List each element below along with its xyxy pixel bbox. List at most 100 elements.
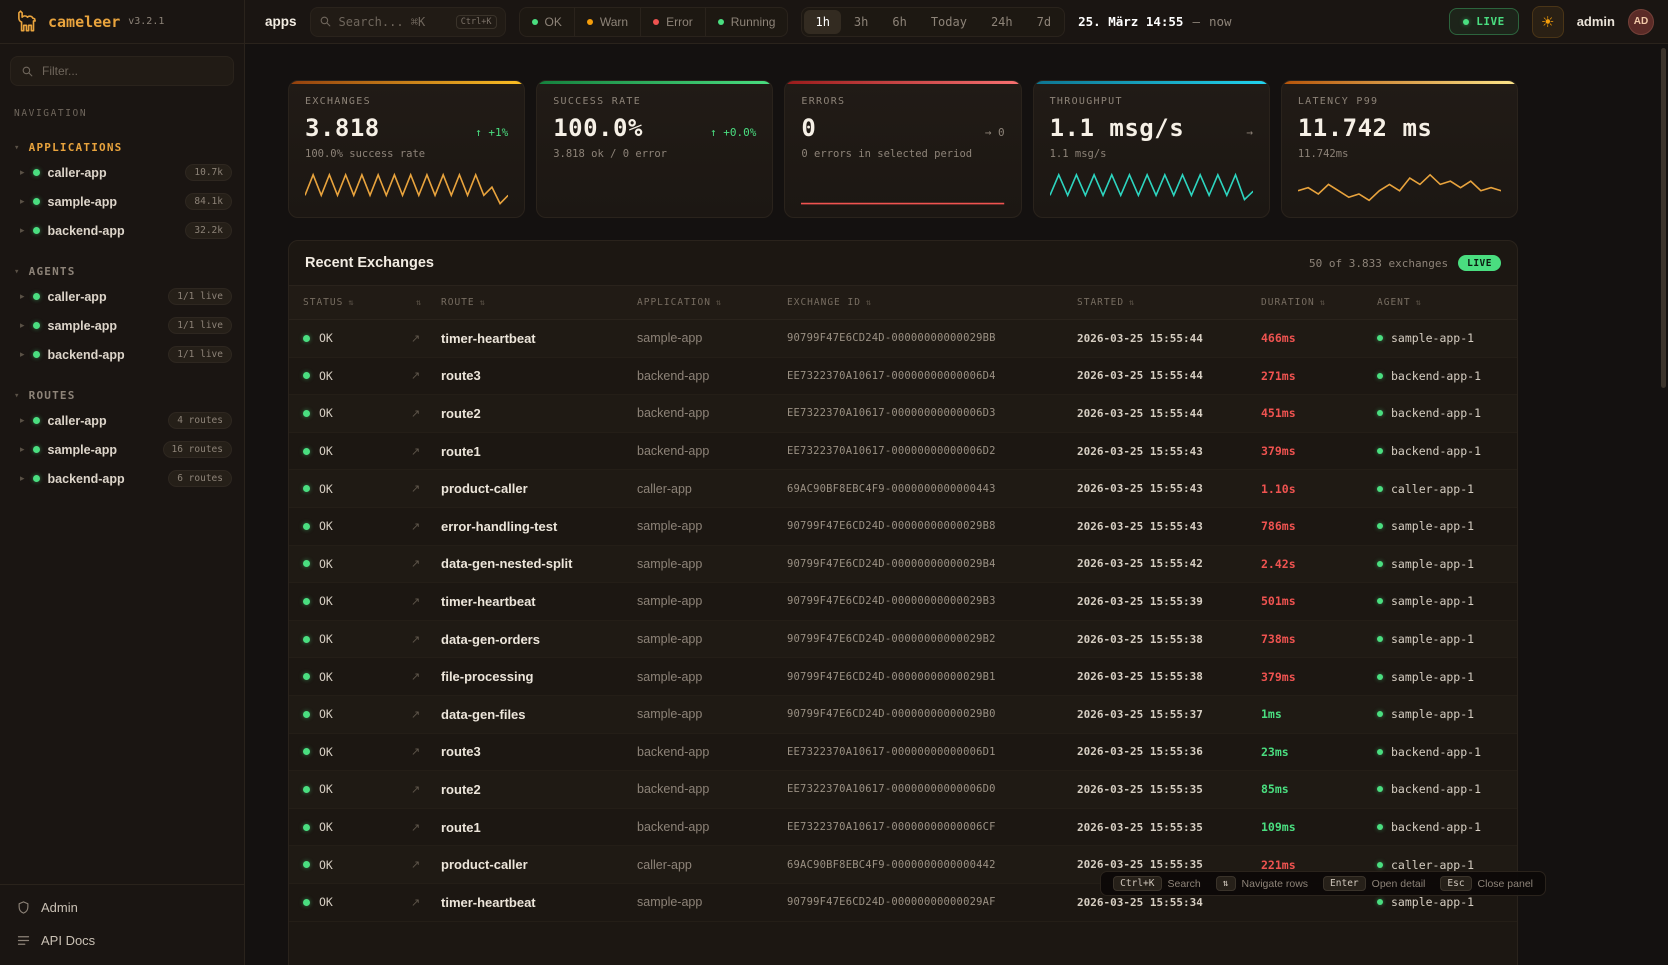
table-row[interactable]: OK ↗ route1 backend-app EE7322370A10617-…	[289, 433, 1517, 471]
table-row[interactable]: OK ↗ file-processing sample-app 90799F47…	[289, 658, 1517, 696]
sidebar-item[interactable]: ▸ caller-app 1/1 live	[0, 282, 244, 311]
open-detail-link-icon[interactable]: ↗	[411, 369, 441, 382]
stat-card: ERRORS 0 → 0 0 errors in selected period	[784, 80, 1021, 218]
sidebar-item[interactable]: ▸ backend-app 6 routes	[0, 464, 244, 493]
shield-icon	[16, 900, 31, 915]
column-header[interactable]: AGENT ⇅	[1377, 297, 1517, 308]
open-detail-link-icon[interactable]: ↗	[411, 745, 441, 758]
column-header[interactable]: STARTED ⇅	[1077, 297, 1261, 308]
stat-subtext: 1.1 msg/s	[1050, 148, 1253, 160]
column-header[interactable]: EXCHANGE ID ⇅	[787, 297, 1077, 308]
status-filter-button[interactable]: OK	[520, 8, 574, 36]
sidebar-item[interactable]: ▸ sample-app 84.1k	[0, 187, 244, 216]
open-detail-link-icon[interactable]: ↗	[411, 708, 441, 721]
sidebar-item-badge: 84.1k	[185, 193, 232, 210]
live-toggle-button[interactable]: LIVE	[1449, 8, 1519, 35]
table-row[interactable]: OK ↗ route3 backend-app EE7322370A10617-…	[289, 358, 1517, 396]
sidebar-item-admin[interactable]: Admin	[0, 891, 244, 924]
open-detail-link-icon[interactable]: ↗	[411, 670, 441, 683]
sidebar-filter[interactable]	[10, 56, 234, 86]
agent-label: sample-app-1	[1391, 594, 1474, 608]
started-cell: 2026-03-25 15:55:39	[1077, 595, 1261, 608]
ok-status-dot	[303, 448, 310, 455]
scrollbar-thumb[interactable]	[1661, 48, 1666, 388]
sidebar-item[interactable]: ▸ sample-app 1/1 live	[0, 311, 244, 340]
table-row[interactable]: OK ↗ route3 backend-app EE7322370A10617-…	[289, 734, 1517, 772]
column-header[interactable]: ⇅	[411, 298, 441, 308]
column-header[interactable]: APPLICATION ⇅	[637, 297, 787, 308]
column-header[interactable]: STATUS ⇅	[303, 297, 411, 308]
sidebar-item-badge: 10.7k	[185, 164, 232, 181]
status-filter-button[interactable]: Running	[705, 8, 788, 36]
table-row[interactable]: OK ↗ data-gen-nested-split sample-app 90…	[289, 546, 1517, 584]
table-row[interactable]: OK ↗ timer-heartbeat sample-app 90799F47…	[289, 320, 1517, 358]
sidebar-item[interactable]: ▸ caller-app 10.7k	[0, 158, 244, 187]
status-filter-button[interactable]: Error	[640, 8, 705, 36]
agent-status-dot	[1377, 711, 1383, 717]
agent-cell: backend-app-1	[1377, 820, 1517, 834]
started-cell: 2026-03-25 15:55:43	[1077, 520, 1261, 533]
table-row[interactable]: OK ↗ data-gen-orders sample-app 90799F47…	[289, 621, 1517, 659]
agent-label: sample-app-1	[1391, 632, 1474, 646]
avatar[interactable]: AD	[1628, 9, 1654, 35]
table-row[interactable]: OK ↗ product-caller caller-app 69AC90BF8…	[289, 470, 1517, 508]
ok-status-dot	[303, 899, 310, 906]
agent-status-dot	[1377, 598, 1383, 604]
open-detail-link-icon[interactable]: ↗	[411, 783, 441, 796]
open-detail-link-icon[interactable]: ↗	[411, 445, 441, 458]
exchange-id-cell: 90799F47E6CD24D-00000000000029B0	[787, 708, 1077, 720]
agent-cell: backend-app-1	[1377, 782, 1517, 796]
table-row[interactable]: OK ↗ route2 backend-app EE7322370A10617-…	[289, 395, 1517, 433]
stat-label: SUCCESS RATE	[553, 96, 756, 107]
sidebar-item-badge: 6 routes	[168, 470, 232, 487]
ok-status-dot	[303, 786, 310, 793]
table-row[interactable]: OK ↗ data-gen-files sample-app 90799F47E…	[289, 696, 1517, 734]
table-row[interactable]: OK ↗ route2 backend-app EE7322370A10617-…	[289, 771, 1517, 809]
brand-version: v3.2.1	[128, 16, 164, 27]
time-range-button[interactable]: 24h	[980, 10, 1024, 34]
open-detail-link-icon[interactable]: ↗	[411, 407, 441, 420]
stat-subtext: 3.818 ok / 0 error	[553, 148, 756, 160]
status-label: OK	[319, 820, 333, 834]
sidebar-item-badge: 1/1 live	[168, 317, 232, 334]
open-detail-link-icon[interactable]: ↗	[411, 482, 441, 495]
time-range-button[interactable]: 7d	[1026, 10, 1062, 34]
search-input[interactable]	[339, 15, 449, 29]
column-header[interactable]: DURATION ⇅	[1261, 297, 1377, 308]
sidebar-item[interactable]: ▸ backend-app 1/1 live	[0, 340, 244, 369]
time-range-button[interactable]: 3h	[843, 10, 879, 34]
open-detail-link-icon[interactable]: ↗	[411, 595, 441, 608]
time-range-button[interactable]: 1h	[804, 10, 840, 34]
open-detail-link-icon[interactable]: ↗	[411, 896, 441, 909]
date-range-start: 25. März 14:55	[1078, 14, 1183, 29]
open-detail-link-icon[interactable]: ↗	[411, 858, 441, 871]
application-cell: caller-app	[637, 858, 787, 872]
exchange-count-label: 50 of 3.833 exchanges	[1309, 257, 1448, 270]
table-row[interactable]: OK ↗ timer-heartbeat sample-app 90799F47…	[289, 583, 1517, 621]
started-cell: 2026-03-25 15:55:34	[1077, 896, 1261, 909]
status-filter-button[interactable]: Warn	[574, 8, 640, 36]
sidebar-item[interactable]: ▸ caller-app 4 routes	[0, 406, 244, 435]
sidebar-filter-input[interactable]	[42, 64, 223, 78]
open-detail-link-icon[interactable]: ↗	[411, 332, 441, 345]
time-range-button[interactable]: 6h	[881, 10, 917, 34]
sidebar-section-header[interactable]: ▾ APPLICATIONS	[0, 137, 244, 158]
open-detail-link-icon[interactable]: ↗	[411, 633, 441, 646]
theme-toggle-button[interactable]: ☀	[1532, 6, 1564, 38]
time-range-button[interactable]: Today	[920, 10, 978, 34]
agent-label: caller-app-1	[1391, 858, 1474, 872]
status-label: OK	[319, 594, 333, 608]
open-detail-link-icon[interactable]: ↗	[411, 520, 441, 533]
sidebar-section-header[interactable]: ▾ ROUTES	[0, 385, 244, 406]
global-search[interactable]: Ctrl+K	[310, 7, 506, 37]
open-detail-link-icon[interactable]: ↗	[411, 557, 441, 570]
sidebar-item-api-docs[interactable]: API Docs	[0, 924, 244, 957]
table-row[interactable]: OK ↗ route1 backend-app EE7322370A10617-…	[289, 809, 1517, 847]
sidebar-item[interactable]: ▸ sample-app 16 routes	[0, 435, 244, 464]
table-row[interactable]: OK ↗ error-handling-test sample-app 9079…	[289, 508, 1517, 546]
column-header[interactable]: ROUTE ⇅	[441, 297, 637, 308]
sidebar-section-header[interactable]: ▾ AGENTS	[0, 261, 244, 282]
open-detail-link-icon[interactable]: ↗	[411, 821, 441, 834]
sidebar-item[interactable]: ▸ backend-app 32.2k	[0, 216, 244, 245]
column-header-label: STARTED	[1077, 297, 1124, 308]
